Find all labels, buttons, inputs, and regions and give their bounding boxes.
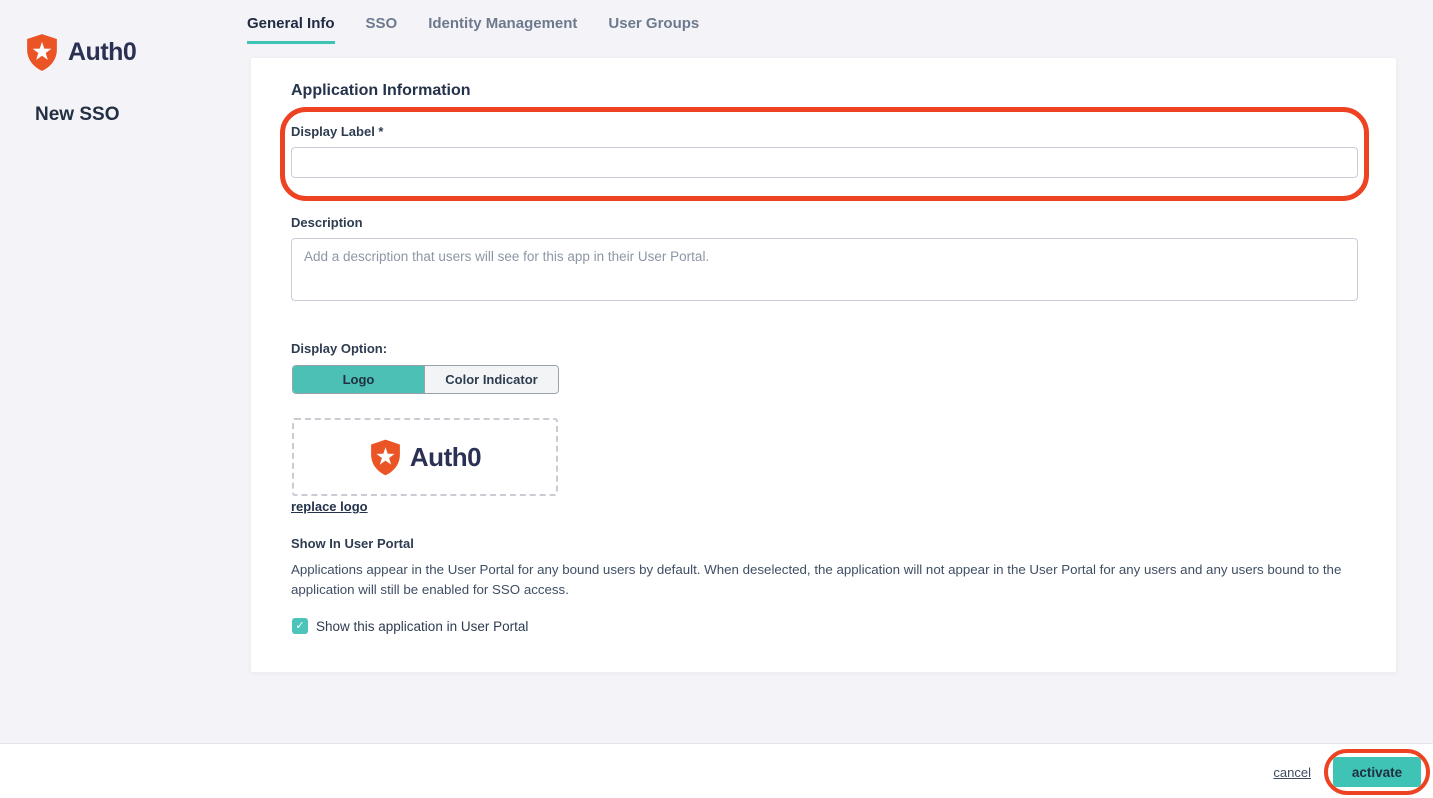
show-in-user-portal-title: Show In User Portal xyxy=(291,536,414,551)
tab-general-info[interactable]: General Info xyxy=(247,15,335,44)
checkbox-label: Show this application in User Portal xyxy=(316,619,528,634)
auth0-shield-icon xyxy=(25,33,59,72)
cancel-link[interactable]: cancel xyxy=(1273,765,1311,780)
tab-bar: General Info SSO Identity Management Use… xyxy=(247,15,699,44)
tab-sso[interactable]: SSO xyxy=(366,15,398,44)
activate-button[interactable]: activate xyxy=(1333,757,1421,787)
show-in-user-portal-checkbox-row: ✓ Show this application in User Portal xyxy=(292,618,528,634)
auth0-shield-icon xyxy=(369,439,402,476)
section-title: Application Information xyxy=(291,82,471,100)
display-label-input[interactable] xyxy=(291,147,1358,178)
application-information-card: Application Information Display Label * … xyxy=(250,57,1397,673)
display-option-label: Display Option: xyxy=(291,341,387,356)
page-title: New SSO xyxy=(35,104,119,126)
display-label-label: Display Label * xyxy=(291,124,383,139)
description-textarea[interactable] xyxy=(291,238,1358,301)
display-option-toggle: Logo Color Indicator xyxy=(292,365,559,394)
logo-dropzone[interactable]: Auth0 xyxy=(292,418,558,496)
display-option-logo-button[interactable]: Logo xyxy=(293,366,424,393)
brand-logotype: Auth0 xyxy=(68,38,136,67)
page: Auth0 New SSO General Info SSO Identity … xyxy=(0,0,1433,798)
annotation-highlight-activate: activate xyxy=(1324,749,1430,795)
tab-user-groups[interactable]: User Groups xyxy=(608,15,699,44)
replace-logo-link[interactable]: replace logo xyxy=(291,499,368,514)
display-option-color-indicator-button[interactable]: Color Indicator xyxy=(424,366,558,393)
description-label: Description xyxy=(291,215,363,230)
show-in-user-portal-description: Applications appear in the User Portal f… xyxy=(291,560,1363,600)
checkbox-checked-icon[interactable]: ✓ xyxy=(292,618,308,634)
tab-identity-management[interactable]: Identity Management xyxy=(428,15,577,44)
footer-action-bar: cancel activate xyxy=(0,743,1433,798)
brand: Auth0 xyxy=(25,33,136,72)
logo-preview-text: Auth0 xyxy=(410,442,481,473)
